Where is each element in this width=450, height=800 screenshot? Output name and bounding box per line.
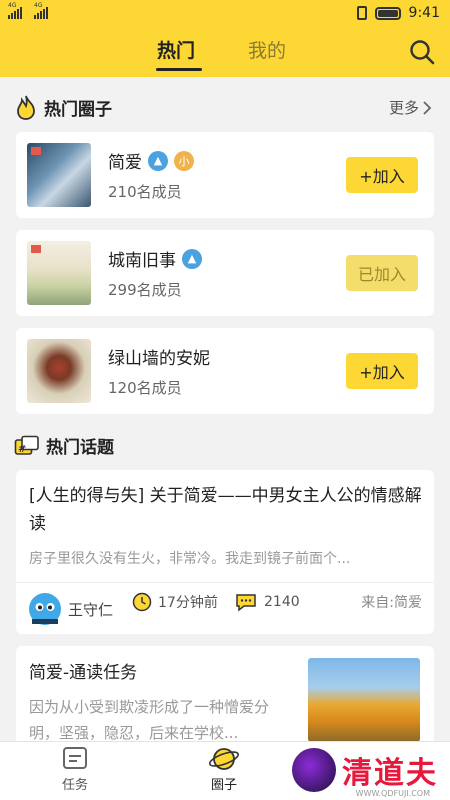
- joined-button[interactable]: 已加入: [346, 255, 418, 291]
- signal-icon: 4G: [8, 2, 22, 19]
- circle-card[interactable]: 简爱 ▲ 小 210名成员 +加入: [16, 132, 434, 218]
- clock: 9:41: [408, 5, 440, 21]
- circle-name: 简爱: [108, 153, 142, 173]
- chevron-right-icon: [423, 100, 432, 115]
- circle-cover-image: [27, 339, 91, 403]
- small-badge: 小: [174, 150, 194, 171]
- divider: [16, 582, 434, 583]
- topic-title: [人生的得与失] 关于简爱——中男女主人公的情感解读: [29, 486, 422, 534]
- nav-circle[interactable]: 圈子: [208, 744, 240, 793]
- tab-mine[interactable]: 我的: [248, 36, 286, 63]
- comment-icon: [236, 594, 256, 612]
- clock-icon: [132, 592, 152, 612]
- search-icon[interactable]: [408, 38, 436, 66]
- watermark-q-icon: [292, 748, 336, 792]
- hot-topics-heading: # 热门话题: [14, 433, 114, 458]
- topic-cover-image: [308, 658, 420, 742]
- member-count: 299名成员: [108, 281, 182, 299]
- member-count: 120名成员: [108, 379, 182, 397]
- task-icon: [63, 747, 87, 769]
- join-button[interactable]: +加入: [346, 353, 418, 389]
- planet-icon: [209, 748, 239, 770]
- author-name: 王守仁: [68, 600, 114, 619]
- battery-icon: [374, 6, 401, 20]
- nav-circle-label: 圈子: [210, 778, 237, 793]
- topic-hashtag-icon: #: [14, 435, 39, 455]
- avatar[interactable]: [28, 592, 62, 626]
- topic-title: 简爱-通读任务: [29, 663, 138, 683]
- top-bar: 热门 我的: [0, 30, 450, 77]
- active-tab-indicator: [156, 68, 202, 71]
- circle-name: 城南旧事: [108, 251, 176, 271]
- topic-source[interactable]: 来自:简爱: [361, 592, 422, 612]
- nav-task[interactable]: 任务: [60, 744, 90, 793]
- comment-count: 2140: [264, 594, 300, 610]
- hot-circles-heading: 热门圈子: [14, 94, 112, 120]
- status-bar: 4G 4G 9:41: [0, 0, 450, 30]
- graduation-cap-icon: ▲: [182, 248, 202, 269]
- signal-icon: 4G: [34, 2, 48, 19]
- nav-task-label: 任务: [61, 778, 88, 793]
- join-button[interactable]: +加入: [346, 157, 418, 193]
- flame-icon: [17, 95, 35, 120]
- more-link[interactable]: 更多: [389, 97, 432, 118]
- circle-cover-image: [27, 143, 91, 207]
- watermark-brand: 清道夫: [342, 756, 438, 791]
- topic-excerpt: 因为从小受到欺凌形成了一种憎爱分明，坚强，隐忍，后来在学校...: [29, 698, 270, 742]
- circle-card[interactable]: 绿山墙的安妮 120名成员 +加入: [16, 328, 434, 414]
- circle-name: 绿山墙的安妮: [108, 349, 210, 369]
- post-time: 17分钟前: [158, 595, 218, 611]
- member-count: 210名成员: [108, 183, 182, 201]
- watermark-url: WWW.QDFUJI.COM: [355, 789, 430, 798]
- vibrate-icon: [356, 6, 367, 20]
- topic-card[interactable]: [人生的得与失] 关于简爱——中男女主人公的情感解读 房子里很久没有生火，非常冷…: [16, 470, 434, 634]
- svg-text:#: #: [18, 444, 26, 455]
- watermark-logo: 清道夫: [292, 748, 438, 792]
- topic-card[interactable]: 简爱-通读任务 因为从小受到欺凌形成了一种憎爱分明，坚强，隐忍，后来在学校...: [16, 646, 434, 756]
- tab-hot[interactable]: 热门: [157, 36, 195, 63]
- circle-card[interactable]: 城南旧事 ▲ 299名成员 已加入: [16, 230, 434, 316]
- topic-excerpt: 房子里很久没有生火，非常冷。我走到镜子前面个...: [29, 551, 351, 567]
- graduation-cap-icon: ▲: [148, 150, 168, 171]
- circle-cover-image: [27, 241, 91, 305]
